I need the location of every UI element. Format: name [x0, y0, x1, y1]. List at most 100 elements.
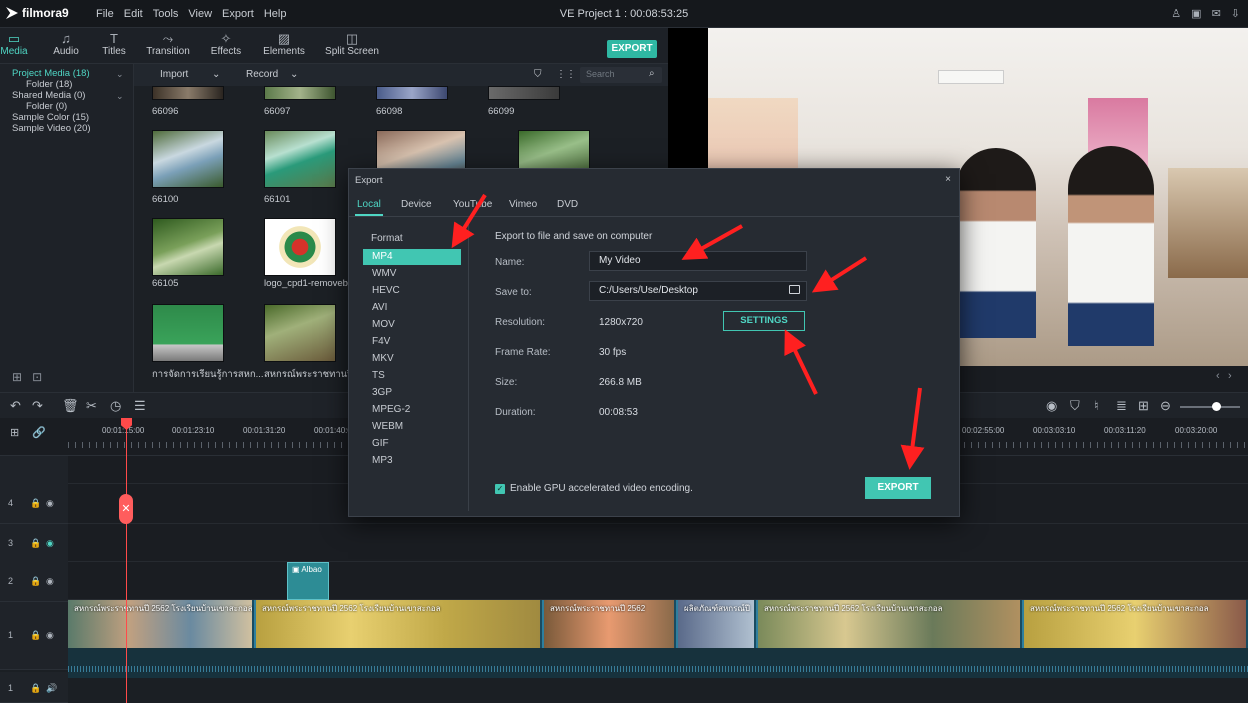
- format-3gp[interactable]: 3GP: [363, 385, 461, 401]
- sidebar-item-project-media[interactable]: Project Media (18): [12, 68, 90, 79]
- search-icon[interactable]: ⌕: [649, 68, 655, 79]
- redo-icon[interactable]: ↷: [32, 398, 43, 414]
- render-icon[interactable]: ◉: [1046, 398, 1057, 414]
- delete-icon[interactable]: 🗑: [62, 398, 79, 414]
- export-button[interactable]: EXPORT: [865, 477, 931, 499]
- gpu-checkbox[interactable]: ✓: [495, 483, 505, 494]
- format-gif[interactable]: GIF: [363, 436, 461, 452]
- eye-icon[interactable]: ◉: [46, 498, 54, 509]
- sidebar-item-folder[interactable]: Folder (18): [26, 79, 72, 90]
- media-thumb-66105[interactable]: [152, 218, 224, 276]
- gpu-option[interactable]: ✓ Enable GPU accelerated video encoding.: [495, 483, 693, 494]
- chevron-right-icon[interactable]: ›: [1228, 370, 1232, 382]
- format-webm[interactable]: WEBM: [363, 419, 461, 435]
- grid-view-icon[interactable]: ⋮⋮: [556, 69, 576, 80]
- mail-icon[interactable]: ✉: [1212, 7, 1221, 20]
- format-mpeg2[interactable]: MPEG-2: [363, 402, 461, 418]
- menu-edit[interactable]: Edit: [124, 8, 143, 20]
- snapshot-icon[interactable]: ⊞: [1138, 398, 1149, 414]
- media-thumb-66097[interactable]: [264, 86, 336, 100]
- voiceover-icon[interactable]: ≣: [1116, 398, 1127, 414]
- timeline-track-3[interactable]: [68, 524, 1248, 562]
- format-wmv[interactable]: WMV: [363, 266, 461, 282]
- format-mkv[interactable]: MKV: [363, 351, 461, 367]
- tab-vimeo[interactable]: Vimeo: [509, 199, 537, 210]
- undo-icon[interactable]: ↶: [10, 398, 21, 414]
- format-mov[interactable]: MOV: [363, 317, 461, 333]
- tab-device[interactable]: Device: [401, 199, 432, 210]
- name-field[interactable]: My Video: [589, 251, 807, 271]
- lock-icon[interactable]: 🔒: [30, 630, 41, 641]
- chevron-down-icon[interactable]: ⌄: [116, 69, 124, 80]
- format-avi[interactable]: AVI: [363, 300, 461, 316]
- eye-icon[interactable]: ◉: [46, 576, 54, 587]
- timeline-track-2[interactable]: [68, 562, 1248, 600]
- download-icon[interactable]: ⇩: [1231, 7, 1240, 20]
- tab-effects[interactable]: ✧ Effects: [196, 32, 256, 58]
- chevron-down-icon[interactable]: ⌄: [290, 69, 298, 80]
- menu-view[interactable]: View: [188, 8, 212, 20]
- audio-waveform[interactable]: [68, 648, 1248, 678]
- tab-elements[interactable]: ▨ Elements: [254, 32, 314, 58]
- video-clip[interactable]: สหกรณ์พระราชทานปี 2562 โรงเรียนบ้านเขาสะ…: [758, 600, 1022, 648]
- zoom-slider[interactable]: [1180, 406, 1240, 408]
- save-icon[interactable]: ▣: [1191, 7, 1201, 20]
- video-clip[interactable]: สหกรณ์พระราชทานปี 2562 โรงเรียนบ้านเขาสะ…: [68, 600, 254, 648]
- format-mp4[interactable]: MP4: [363, 249, 461, 265]
- media-thumb-66101[interactable]: [264, 130, 336, 188]
- folder-icon[interactable]: [789, 285, 800, 294]
- tab-split-screen[interactable]: ◫ Split Screen: [322, 32, 382, 58]
- video-clip[interactable]: สหกรณ์พระราชทานปี 2562 โรงเรียนบ้านเขาสะ…: [256, 600, 542, 648]
- video-clip-strip[interactable]: สหกรณ์พระราชทานปี 2562 โรงเรียนบ้านเขาสะ…: [68, 600, 1248, 648]
- zoom-out-icon[interactable]: ⊖: [1160, 398, 1171, 414]
- filter-icon[interactable]: ⛉: [534, 69, 542, 80]
- close-icon[interactable]: ×: [945, 174, 951, 185]
- zoom-slider-handle[interactable]: [1212, 402, 1221, 411]
- new-folder-icon[interactable]: ⊞: [12, 370, 22, 384]
- media-thumb-lesson[interactable]: [152, 304, 224, 362]
- tab-titles[interactable]: T Titles: [84, 32, 144, 58]
- video-clip[interactable]: สหกรณ์พระราชทานปี 2562 โรงเรียนบ้านเขาสะ…: [1024, 600, 1248, 648]
- adjust-icon[interactable]: ☰: [134, 398, 146, 414]
- format-hevc[interactable]: HEVC: [363, 283, 461, 299]
- lock-icon[interactable]: 🔒: [30, 498, 41, 509]
- format-mp3[interactable]: MP3: [363, 453, 461, 469]
- menu-file[interactable]: File: [96, 8, 114, 20]
- sidebar-item-sample-color[interactable]: Sample Color (15): [12, 112, 89, 123]
- eye-icon[interactable]: ◉: [46, 538, 54, 549]
- menu-export[interactable]: Export: [222, 8, 254, 20]
- format-f4v[interactable]: F4V: [363, 334, 461, 350]
- media-thumb-logo[interactable]: [264, 218, 336, 276]
- tab-dvd[interactable]: DVD: [557, 199, 578, 210]
- tab-transition[interactable]: ⤳ Transition: [138, 32, 198, 58]
- settings-button[interactable]: SETTINGS: [723, 311, 805, 331]
- lock-icon[interactable]: 🔒: [30, 576, 41, 587]
- cut-icon[interactable]: ✂: [86, 398, 97, 414]
- marker-icon[interactable]: ⛉: [1070, 398, 1080, 414]
- import-button[interactable]: Import: [160, 69, 188, 80]
- folder-icon[interactable]: ⊡: [32, 370, 42, 384]
- media-thumb-66098[interactable]: [376, 86, 448, 100]
- link-icon[interactable]: 🔗: [32, 426, 46, 439]
- chevron-left-icon[interactable]: ‹: [1216, 370, 1220, 382]
- tab-youtube[interactable]: YouTube: [453, 199, 492, 210]
- media-thumb-66099[interactable]: [488, 86, 560, 100]
- menu-tools[interactable]: Tools: [153, 8, 179, 20]
- record-button[interactable]: Record: [246, 69, 278, 80]
- save-to-field[interactable]: C:/Users/Use/Desktop: [589, 281, 807, 301]
- menu-help[interactable]: Help: [264, 8, 287, 20]
- tab-local[interactable]: Local: [357, 199, 381, 210]
- speaker-icon[interactable]: 🔊: [46, 683, 57, 694]
- media-thumb-66096[interactable]: [152, 86, 224, 100]
- account-icon[interactable]: ♙: [1171, 7, 1181, 20]
- media-thumb-coop[interactable]: [264, 304, 336, 362]
- speed-icon[interactable]: ◷: [110, 398, 121, 414]
- eye-icon[interactable]: ◉: [46, 630, 54, 641]
- export-button-top[interactable]: EXPORT: [607, 40, 657, 58]
- title-clip[interactable]: ▣ Albao: [287, 562, 329, 600]
- lock-icon[interactable]: 🔒: [30, 683, 41, 694]
- sidebar-item-shared-media[interactable]: Shared Media (0): [12, 90, 85, 101]
- format-ts[interactable]: TS: [363, 368, 461, 384]
- video-clip[interactable]: สหกรณ์พระราชทานปี 2562: [544, 600, 676, 648]
- sidebar-item-shared-folder[interactable]: Folder (0): [26, 101, 67, 112]
